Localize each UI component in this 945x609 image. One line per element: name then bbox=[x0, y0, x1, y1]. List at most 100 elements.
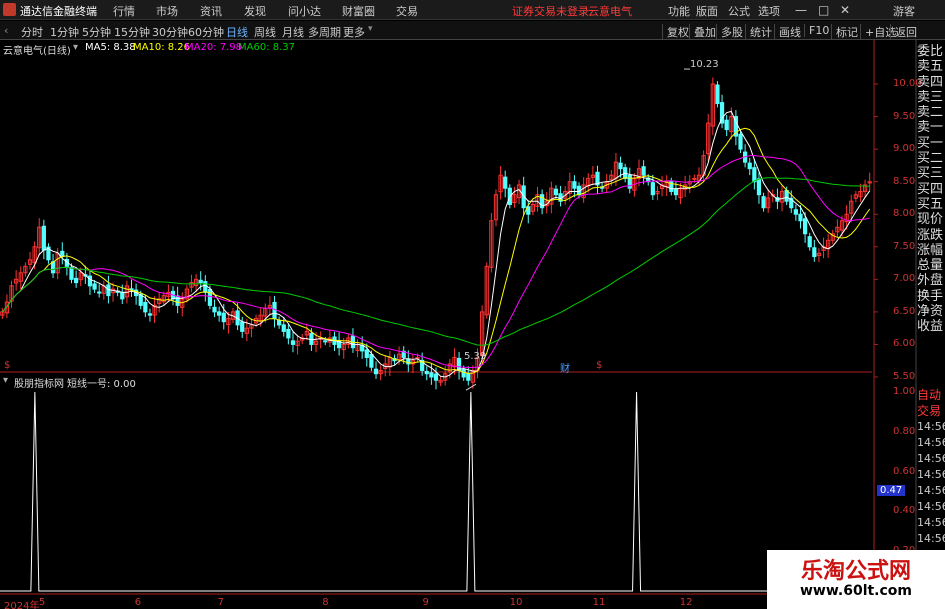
trade-time: 14:56 bbox=[917, 452, 945, 465]
candle-body bbox=[650, 182, 655, 196]
price-chart[interactable] bbox=[0, 0, 945, 609]
dividend-marker-icon-2[interactable]: $ bbox=[596, 360, 602, 371]
quote-field-label: 卖四 bbox=[917, 74, 944, 90]
quote-field-label: 买一 bbox=[917, 135, 944, 151]
candle-body bbox=[74, 277, 79, 284]
indicator-chevron-icon[interactable]: ▾ bbox=[3, 375, 8, 386]
quote-field-label: 涨跌 bbox=[917, 227, 944, 243]
indicator-tick-label: 0.40 bbox=[893, 505, 916, 517]
candle-body bbox=[802, 218, 808, 235]
candle-body bbox=[41, 225, 46, 251]
candle-body bbox=[87, 275, 93, 287]
high-annotation: 10.23 bbox=[690, 59, 719, 70]
trade-time: 14:56 bbox=[917, 420, 945, 433]
candle-body bbox=[553, 188, 559, 196]
ma10-line bbox=[1, 127, 871, 374]
candle-body bbox=[286, 328, 291, 339]
ma5-line bbox=[1, 110, 871, 378]
candle-body bbox=[369, 354, 374, 368]
candle-body bbox=[203, 281, 208, 293]
candle-body bbox=[715, 84, 720, 105]
candle-body bbox=[207, 288, 213, 306]
quote-field-label: 总量 bbox=[917, 258, 944, 274]
finance-marker-icon[interactable]: 财 bbox=[560, 360, 570, 375]
auto-trade-label[interactable]: 自动 bbox=[917, 387, 945, 403]
candle-body bbox=[212, 306, 217, 313]
date-tick-label: 10 bbox=[509, 597, 523, 608]
trade-time: 14:56 bbox=[917, 468, 945, 481]
indicator-tick-label: 0.80 bbox=[893, 425, 916, 437]
candle-body bbox=[673, 188, 679, 196]
candle-body bbox=[466, 373, 471, 381]
quote-field-label: 卖五 bbox=[917, 59, 944, 75]
price-tick-label: 6.00 bbox=[893, 338, 916, 350]
quote-field-label: 买三 bbox=[917, 166, 944, 182]
candle-body bbox=[364, 349, 369, 358]
price-tick-label: 9.50 bbox=[893, 110, 916, 122]
candle-body bbox=[138, 294, 143, 306]
quote-field-label: 外盘 bbox=[917, 273, 944, 289]
price-tick-label: 7.00 bbox=[893, 273, 916, 285]
price-tick-label: 8.00 bbox=[893, 208, 916, 220]
ma20-line bbox=[1, 154, 870, 368]
trade-time: 14:56 bbox=[917, 532, 945, 545]
quote-field-label: 现价 bbox=[917, 212, 944, 228]
low-pointer bbox=[465, 383, 477, 391]
price-tick-label: 7.50 bbox=[893, 240, 916, 252]
indicator-value: 短线一号: 0.00 bbox=[67, 379, 136, 390]
candle-body bbox=[572, 181, 577, 189]
indicator-line bbox=[0, 391, 872, 592]
price-tick-label: 5.50 bbox=[893, 370, 916, 382]
trade-time: 14:56 bbox=[917, 500, 945, 513]
dividend-marker-icon[interactable]: $ bbox=[4, 360, 10, 371]
candle-body bbox=[692, 177, 697, 180]
trade-time: 14:56 bbox=[917, 436, 945, 449]
quote-field-label: 买二 bbox=[917, 151, 944, 167]
candle-body bbox=[272, 301, 277, 319]
candle-body bbox=[784, 189, 789, 202]
indicator-tick-label: 0.60 bbox=[893, 465, 916, 477]
candle-body bbox=[69, 266, 74, 280]
candle-body bbox=[429, 372, 434, 378]
candle-body bbox=[221, 312, 226, 323]
auto-trade-label[interactable]: 交易 bbox=[917, 403, 945, 419]
date-tick-label: 2024年 bbox=[4, 601, 40, 609]
date-tick-label: 11 bbox=[592, 597, 606, 608]
quote-field-label: 卖三 bbox=[917, 89, 944, 105]
candle-body bbox=[373, 368, 379, 375]
candle-body bbox=[752, 167, 757, 183]
trade-time: 14:56 bbox=[917, 516, 945, 529]
watermark-url: www.60lt.com bbox=[799, 583, 913, 599]
quote-field-label: 卖二 bbox=[917, 105, 944, 121]
date-tick-label: 9 bbox=[422, 597, 429, 608]
candle-body bbox=[281, 324, 286, 332]
candle-body bbox=[309, 332, 314, 345]
candle-body bbox=[97, 291, 102, 294]
candle-body bbox=[240, 321, 245, 332]
candle-body bbox=[641, 166, 646, 176]
candle-body bbox=[143, 301, 148, 313]
indicator-title: 股朋指标网 bbox=[14, 379, 64, 390]
quote-field-label: 换手 bbox=[917, 288, 944, 304]
quote-field-label: 买五 bbox=[917, 196, 944, 212]
candle-body bbox=[290, 340, 296, 345]
quote-field-label: 卖一 bbox=[917, 120, 944, 136]
price-tick-label: 8.50 bbox=[893, 175, 916, 187]
candle-body bbox=[747, 162, 752, 170]
price-tick-label: 6.50 bbox=[893, 305, 916, 317]
quote-field-label: 买四 bbox=[917, 181, 944, 197]
quote-field-label: 委比 bbox=[917, 44, 944, 59]
date-tick-label: 12 bbox=[679, 597, 693, 608]
candle-body bbox=[433, 373, 439, 381]
candle-body bbox=[175, 295, 180, 306]
ma60-line bbox=[1, 177, 870, 346]
candle-body bbox=[50, 261, 56, 274]
quote-field-label: 涨幅 bbox=[917, 242, 944, 258]
candle-body bbox=[461, 368, 466, 378]
low-annotation: 5.39 bbox=[464, 351, 487, 362]
candle-body bbox=[424, 370, 429, 375]
candle-body bbox=[217, 311, 222, 316]
candle-body bbox=[277, 319, 282, 326]
quote-sidebar: 委比 卖五 卖四 卖三 卖二 卖一 买一 买二 买三 买四 买五 现价 涨跌 涨幅 总量 外盘 换手 净资 收益 bbox=[917, 44, 945, 335]
candle-body bbox=[798, 213, 803, 222]
